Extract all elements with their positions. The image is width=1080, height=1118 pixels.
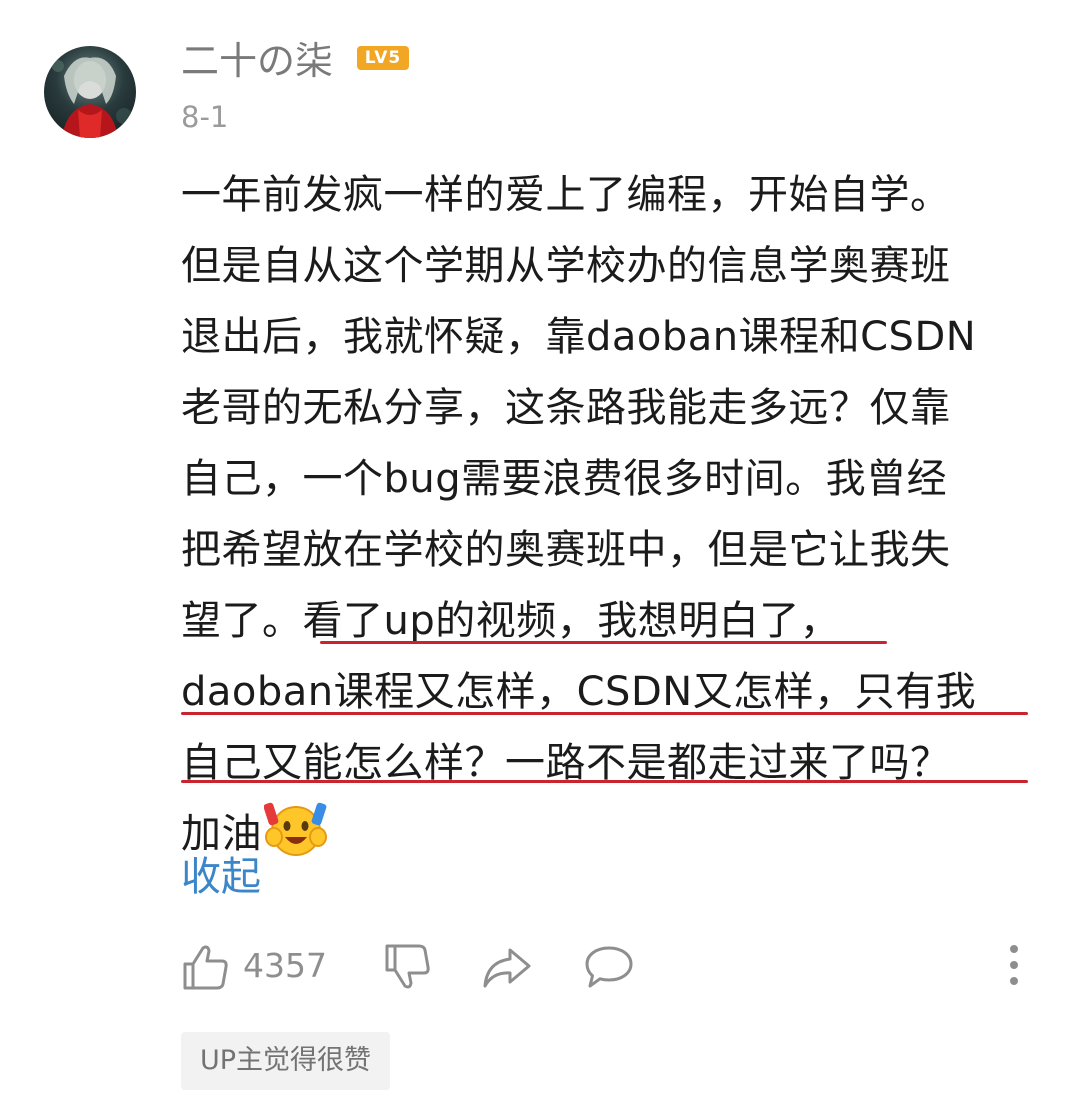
comment-bubble-icon: [585, 946, 633, 988]
highlight-underline: [181, 712, 1028, 715]
comment-date: 8-1: [181, 100, 229, 134]
action-bar: 4357: [181, 936, 1041, 996]
more-options-button[interactable]: [999, 940, 1029, 994]
comment-line: 一年前发疯一样的爱上了编程，开始自学。: [181, 172, 951, 218]
comment-line: 望了。看了up的视频，我想明白了，: [181, 598, 841, 644]
comment-line: daoban课程又怎样，CSDN又怎样，只有我: [181, 669, 977, 715]
highlight-underline: [320, 641, 887, 644]
cheering-emoji-icon: [263, 799, 328, 880]
dislike-button[interactable]: [383, 942, 433, 996]
up-liked-tag: UP主觉得很赞: [181, 1032, 391, 1090]
comment-line: 把希望放在学校的奥赛班中，但是它让我失: [181, 527, 951, 573]
thumbs-down-icon: [385, 944, 430, 989]
username[interactable]: 二十の柒: [181, 36, 333, 86]
share-icon: [483, 948, 531, 988]
comment-line-last: 加油: [181, 799, 1051, 870]
comment-line: 自己，一个bug需要浪费很多时间。我曾经: [181, 456, 948, 502]
avatar-image: [52, 57, 132, 138]
share-button[interactable]: [481, 942, 533, 996]
comment-text: 一年前发疯一样的爱上了编程，开始自学。 但是自从这个学期从学校办的信息学奥赛班 …: [181, 160, 1051, 870]
avatar[interactable]: [44, 46, 136, 138]
comment-line: 退出后，我就怀疑，靠daoban课程和CSDN: [181, 314, 977, 360]
more-dots-icon: [1010, 945, 1018, 985]
level-badge: LV5: [357, 46, 409, 70]
like-count: 4357: [243, 946, 327, 985]
collapse-link[interactable]: 收起: [181, 849, 261, 905]
comment-line: 自己又能怎么样？一路不是都走过来了吗？: [181, 740, 951, 786]
comment-line: 老哥的无私分享，这条路我能走多远？仅靠: [181, 385, 951, 431]
comment-line: 但是自从这个学期从学校办的信息学奥赛班: [181, 243, 951, 289]
reply-button[interactable]: [583, 942, 635, 996]
like-button[interactable]: [181, 942, 231, 996]
thumbs-up-icon: [183, 945, 228, 990]
highlight-underline: [181, 780, 1028, 783]
